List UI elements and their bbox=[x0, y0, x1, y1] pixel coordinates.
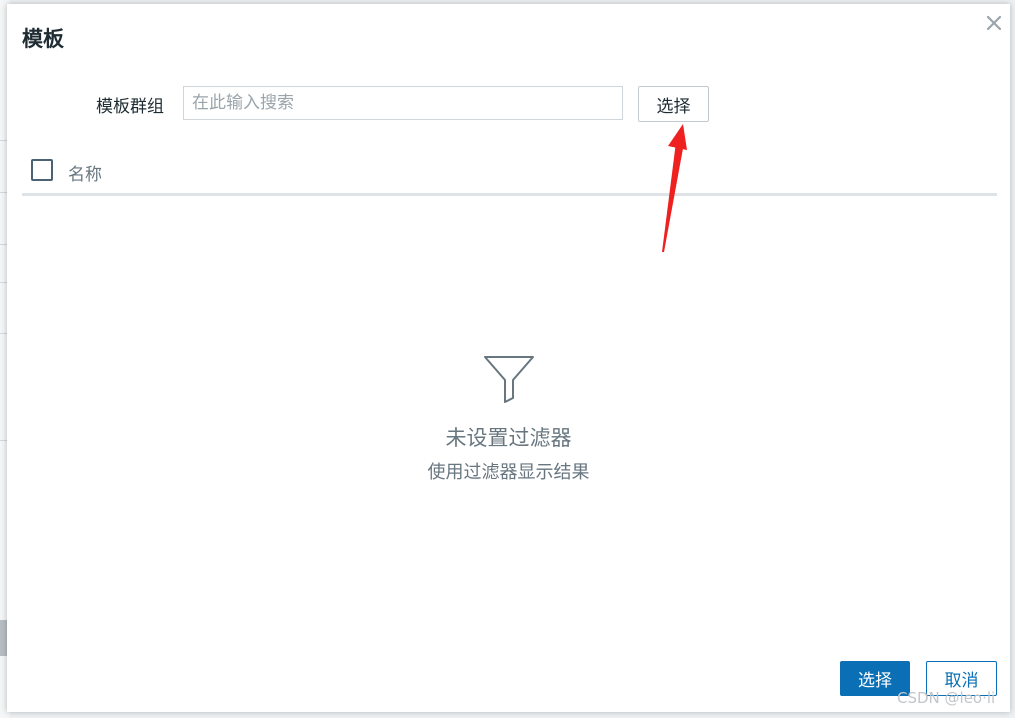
template-group-search-input[interactable] bbox=[183, 86, 623, 120]
template-group-label: 模板群组 bbox=[96, 97, 164, 117]
template-group-select-button[interactable]: 选择 bbox=[638, 86, 709, 122]
empty-state: 未设置过滤器 使用过滤器显示结果 bbox=[7, 354, 1010, 484]
empty-state-title: 未设置过滤器 bbox=[445, 426, 572, 450]
modal-title: 模板 bbox=[22, 27, 64, 51]
template-select-modal: 模板 模板群组 选择 名称 未设置过滤器 使用过滤器显示结果 选择 取消 bbox=[7, 4, 1010, 712]
empty-state-subtitle: 使用过滤器显示结果 bbox=[427, 462, 590, 483]
close-button[interactable] bbox=[983, 12, 1005, 34]
watermark: CSDN @leo·li bbox=[897, 689, 996, 707]
table-header-row: 名称 bbox=[22, 150, 997, 196]
select-all-checkbox[interactable] bbox=[31, 159, 53, 181]
column-header-name[interactable]: 名称 bbox=[68, 160, 102, 185]
close-icon bbox=[987, 16, 1001, 30]
filter-funnel-icon bbox=[483, 356, 534, 403]
